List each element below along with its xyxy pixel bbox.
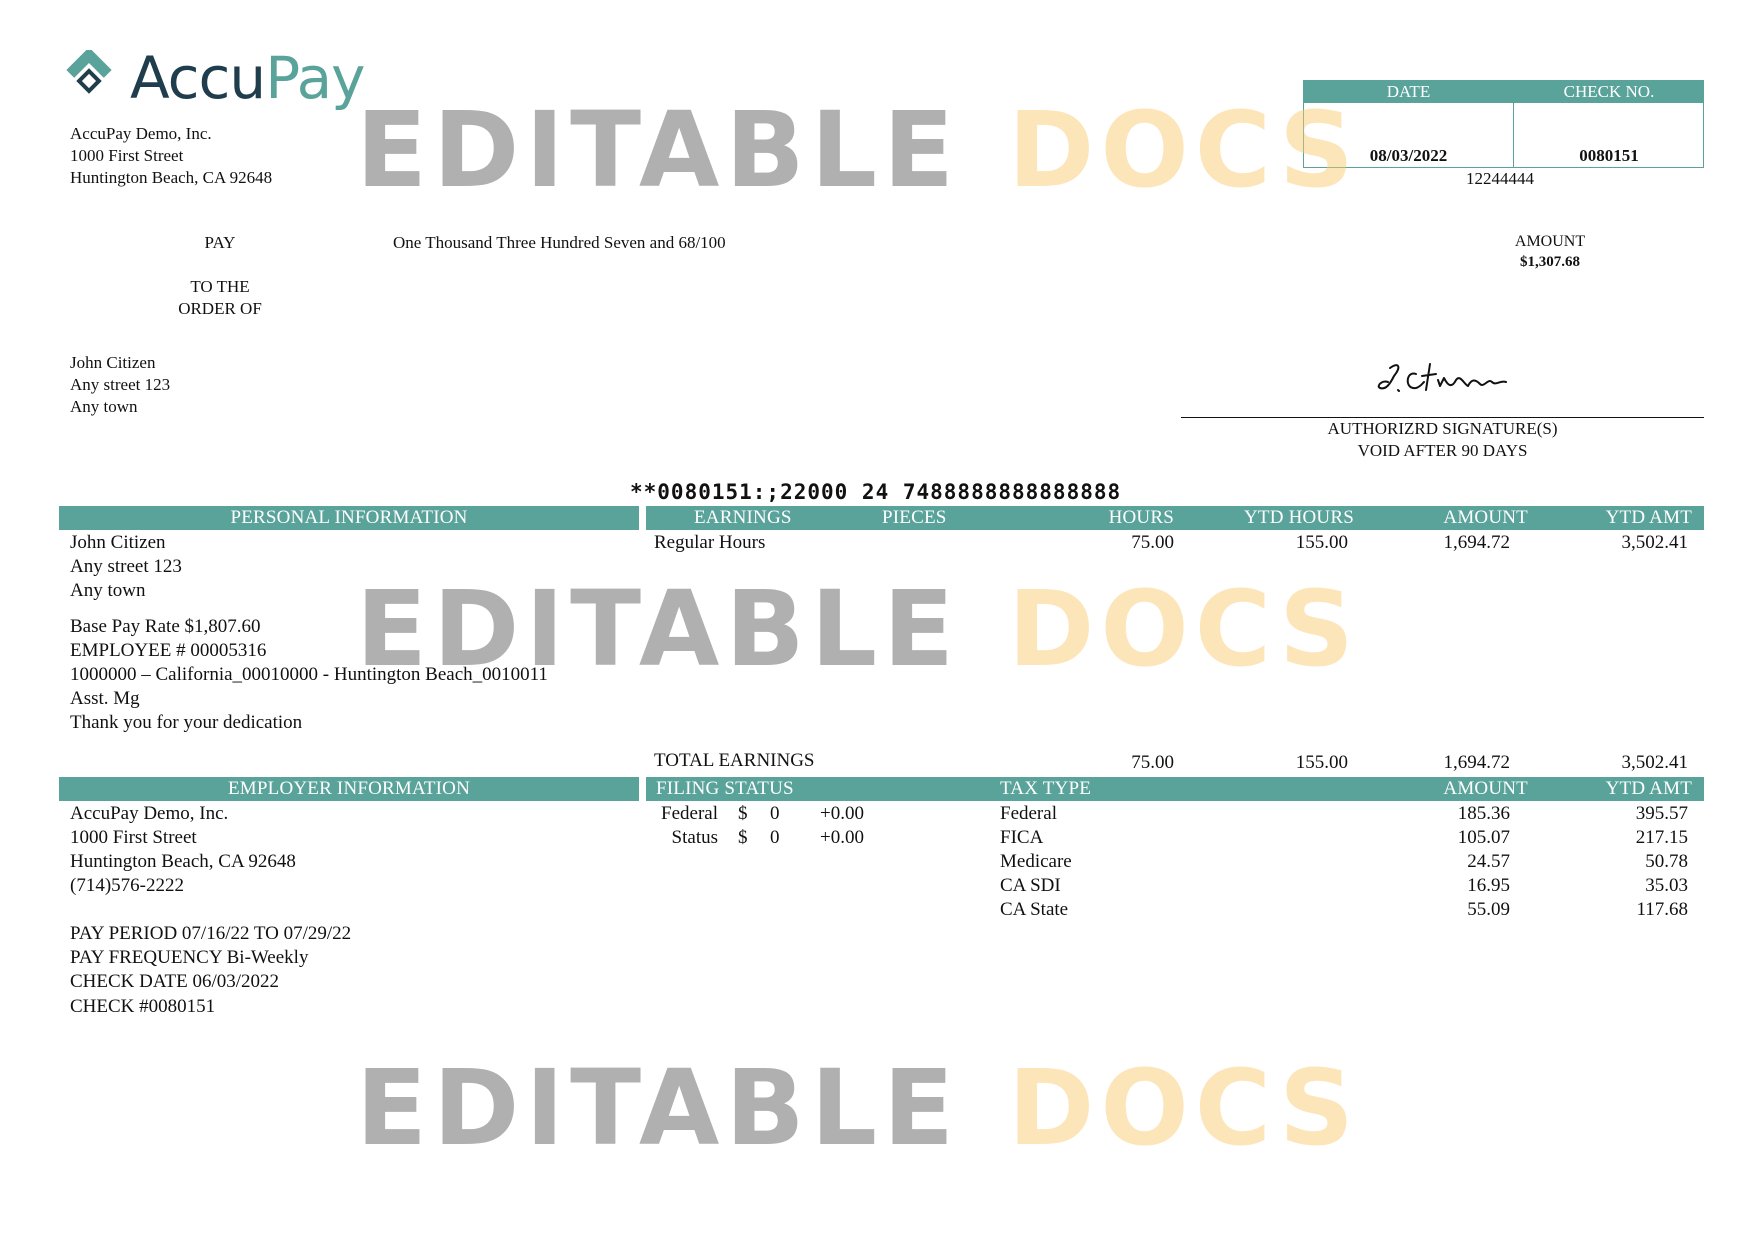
total-ytd-amt: 3,502.41	[1621, 752, 1689, 773]
company-street: 1000 First Street	[70, 146, 184, 165]
personal-info-title: PERSONAL INFORMATION	[230, 507, 468, 528]
employer-info-title: EMPLOYER INFORMATION	[227, 778, 471, 799]
amount-in-words: One Thousand Three Hundred Seven and 68/…	[393, 233, 726, 252]
order-of-line2: ORDER OF	[178, 299, 262, 318]
filing-status-label: FILING STATUS	[656, 778, 794, 799]
tax-row-type: Federal	[1000, 803, 1057, 824]
watermark-word1: EDITABLE	[356, 1047, 961, 1169]
total-ytd-hours: 155.00	[1295, 752, 1348, 773]
employer-name: AccuPay Demo, Inc.	[70, 803, 229, 824]
employee-town: Any town	[70, 580, 146, 601]
tax-type-label: TAX TYPE	[1000, 778, 1092, 799]
tax-row-type: Medicare	[1000, 851, 1072, 872]
filing-row-extra: +0.00	[820, 803, 864, 824]
earnings-col-label: EARNINGS	[694, 507, 792, 528]
check-no-label: CHECK NO.	[1563, 82, 1655, 101]
tax-row-ytd: 117.68	[1636, 899, 1688, 920]
filing-row-extra: +0.00	[820, 827, 864, 848]
tax-row-type: FICA	[1000, 827, 1044, 848]
company-city: Huntington Beach, CA 92648	[70, 168, 273, 187]
payee-name: John Citizen	[70, 353, 156, 372]
total-amount: 1,694.72	[1443, 752, 1511, 773]
watermark-word2: DOCS	[1008, 1047, 1360, 1169]
order-of-line1: TO THE	[190, 277, 250, 296]
ytd-amt-col-label: YTD AMT	[1605, 507, 1692, 528]
watermark-word1: EDITABLE	[356, 89, 961, 211]
date-check-box: DATE CHECK NO. 08/03/2022 0080151	[1303, 80, 1704, 168]
tax-header: FILING STATUS TAX TYPE AMOUNT YTD AMT	[646, 777, 1704, 801]
signature-label: AUTHORIZRD SIGNATURE(S)	[1327, 419, 1558, 438]
filing-row-count: 0	[770, 827, 780, 848]
tax-row-ytd: 50.78	[1645, 851, 1688, 872]
earnings-row-label: Regular Hours	[654, 532, 766, 553]
tax-row-amount: 55.09	[1467, 899, 1510, 920]
amount-label: AMOUNT	[1514, 233, 1586, 250]
earnings-row-ytd-amt: 3,502.41	[1621, 532, 1689, 553]
pay-label: PAY	[204, 233, 236, 252]
tax-row-ytd: 35.03	[1645, 875, 1688, 896]
pay-period: PAY PERIOD 07/16/22 TO 07/29/22	[70, 923, 352, 944]
filing-row-count: 0	[770, 803, 780, 824]
earnings-row-ytd-hours: 155.00	[1295, 532, 1348, 553]
employee-street: Any street 123	[70, 556, 182, 577]
personal-info-header: PERSONAL INFORMATION	[59, 506, 639, 530]
base-pay-rate: Base Pay Rate $1,807.60	[70, 616, 261, 637]
employee-location: 1000000 – California_00010000 - Huntingt…	[70, 664, 548, 685]
payee-street: Any street 123	[70, 375, 171, 394]
tax-row-amount: 24.57	[1467, 851, 1510, 872]
check-number-detail: CHECK #0080151	[70, 996, 216, 1017]
total-hours: 75.00	[1131, 752, 1174, 773]
logo-wordmark: AccuPay	[130, 44, 365, 112]
void-notice: VOID AFTER 90 DAYS	[1357, 441, 1528, 460]
accupay-diamond-logo-icon	[66, 50, 112, 97]
date-label: DATE	[1386, 82, 1431, 101]
tax-row-amount: 105.07	[1457, 827, 1510, 848]
watermark-word2: DOCS	[1008, 568, 1360, 690]
check-amount: $1,307.68	[1520, 254, 1580, 270]
employer-info-header: EMPLOYER INFORMATION	[59, 777, 639, 801]
tax-ytd-col-label: YTD AMT	[1605, 778, 1692, 799]
employee-number: EMPLOYEE # 00005316	[70, 640, 267, 661]
company-name: AccuPay Demo, Inc.	[70, 124, 212, 143]
filing-row-dollar: $	[738, 803, 748, 824]
employer-street: 1000 First Street	[70, 827, 197, 848]
tax-row-amount: 185.36	[1457, 803, 1510, 824]
check-number: 0080151	[1579, 146, 1639, 165]
earnings-row-amount: 1,694.72	[1443, 532, 1511, 553]
watermark: EDITABLE DOCS	[356, 98, 1360, 202]
ytd-hours-col-label: YTD HOURS	[1243, 507, 1354, 528]
filing-row-label: Status	[671, 827, 718, 848]
logo-accu: Accu	[130, 44, 266, 112]
authorized-signature	[1377, 363, 1507, 392]
employee-note: Thank you for your dedication	[70, 712, 303, 733]
pay-frequency: PAY FREQUENCY Bi-Weekly	[70, 947, 309, 968]
employee-name: John Citizen	[70, 532, 166, 553]
logo-pay: Pay	[265, 44, 365, 112]
routing-ref: 12244444	[1466, 169, 1534, 188]
tax-row-ytd: 395.57	[1635, 803, 1688, 824]
check-date: 08/03/2022	[1369, 146, 1448, 165]
hours-col-label: HOURS	[1108, 507, 1174, 528]
employer-phone: (714)576-2222	[70, 875, 184, 896]
amount-col-label: AMOUNT	[1443, 507, 1528, 528]
payee-town: Any town	[70, 397, 138, 416]
pieces-col-label: PIECES	[882, 507, 947, 528]
tax-row-ytd: 217.15	[1635, 827, 1688, 848]
tax-row-type: CA SDI	[1000, 875, 1061, 896]
total-earnings-label: TOTAL EARNINGS	[654, 750, 815, 771]
employee-title: Asst. Mg	[70, 688, 140, 709]
check-date-detail: CHECK DATE 06/03/2022	[70, 971, 279, 992]
earnings-header: EARNINGS PIECES HOURS YTD HOURS AMOUNT Y…	[646, 506, 1704, 530]
filing-row-dollar: $	[738, 827, 748, 848]
watermark: EDITABLE DOCS	[356, 1056, 1360, 1160]
micr-line: **0080151:;22000 24 7488888888888888	[630, 480, 1122, 504]
tax-row-type: CA State	[1000, 899, 1069, 920]
filing-row-label: Federal	[661, 803, 718, 824]
employer-city: Huntington Beach, CA 92648	[70, 851, 296, 872]
tax-amount-col-label: AMOUNT	[1443, 778, 1528, 799]
tax-row-amount: 16.95	[1467, 875, 1510, 896]
earnings-row-hours: 75.00	[1131, 532, 1174, 553]
